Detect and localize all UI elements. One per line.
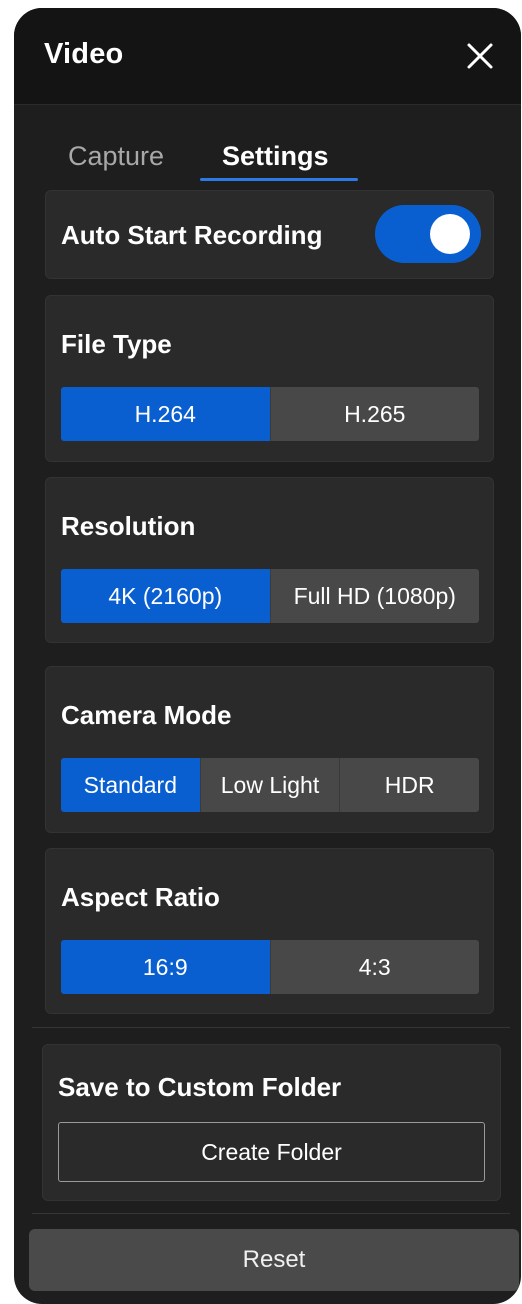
camera-mode-option-low-light[interactable]: Low Light (199, 758, 340, 812)
resolution-segmented-control: 4K (2160p) Full HD (1080p) (61, 569, 479, 623)
auto-start-label: Auto Start Recording (61, 220, 323, 250)
tab-settings[interactable]: Settings (222, 141, 329, 172)
tab-capture[interactable]: Capture (68, 141, 164, 172)
file-type-option-h264[interactable]: H.264 (61, 387, 270, 441)
auto-start-card: Auto Start Recording (45, 190, 494, 279)
file-type-card: File Type H.264 H.265 (45, 295, 494, 462)
section-divider (32, 1027, 510, 1028)
auto-start-toggle[interactable] (375, 205, 481, 263)
aspect-ratio-option-16-9[interactable]: 16:9 (61, 940, 270, 994)
reset-button[interactable]: Reset (29, 1229, 519, 1291)
camera-mode-card: Camera Mode Standard Low Light HDR (45, 666, 494, 833)
camera-mode-option-hdr[interactable]: HDR (339, 758, 479, 812)
custom-folder-card: Save to Custom Folder Create Folder (42, 1044, 501, 1201)
resolution-option-4k[interactable]: 4K (2160p) (61, 569, 270, 623)
camera-mode-segmented-control: Standard Low Light HDR (61, 758, 479, 812)
resolution-label: Resolution (61, 511, 196, 541)
resolution-card: Resolution 4K (2160p) Full HD (1080p) (45, 477, 494, 643)
aspect-ratio-card: Aspect Ratio 16:9 4:3 (45, 848, 494, 1014)
toggle-knob (430, 214, 470, 254)
active-tab-indicator (200, 178, 358, 181)
panel-header: Video (14, 8, 521, 105)
file-type-label: File Type (61, 329, 172, 359)
tab-bar: Capture Settings (14, 104, 521, 184)
footer-divider (32, 1213, 510, 1214)
aspect-ratio-segmented-control: 16:9 4:3 (61, 940, 479, 994)
close-icon[interactable] (462, 38, 498, 74)
panel-title: Video (44, 38, 124, 70)
create-folder-button[interactable]: Create Folder (58, 1122, 485, 1182)
aspect-ratio-option-4-3[interactable]: 4:3 (269, 940, 479, 994)
aspect-ratio-label: Aspect Ratio (61, 882, 220, 912)
resolution-option-full-hd[interactable]: Full HD (1080p) (269, 569, 479, 623)
video-settings-panel: Video Capture Settings Auto Start Record… (14, 8, 521, 1304)
file-type-option-h265[interactable]: H.265 (269, 387, 479, 441)
file-type-segmented-control: H.264 H.265 (61, 387, 479, 441)
custom-folder-label: Save to Custom Folder (58, 1072, 342, 1102)
camera-mode-option-standard[interactable]: Standard (61, 758, 200, 812)
camera-mode-label: Camera Mode (61, 700, 232, 730)
